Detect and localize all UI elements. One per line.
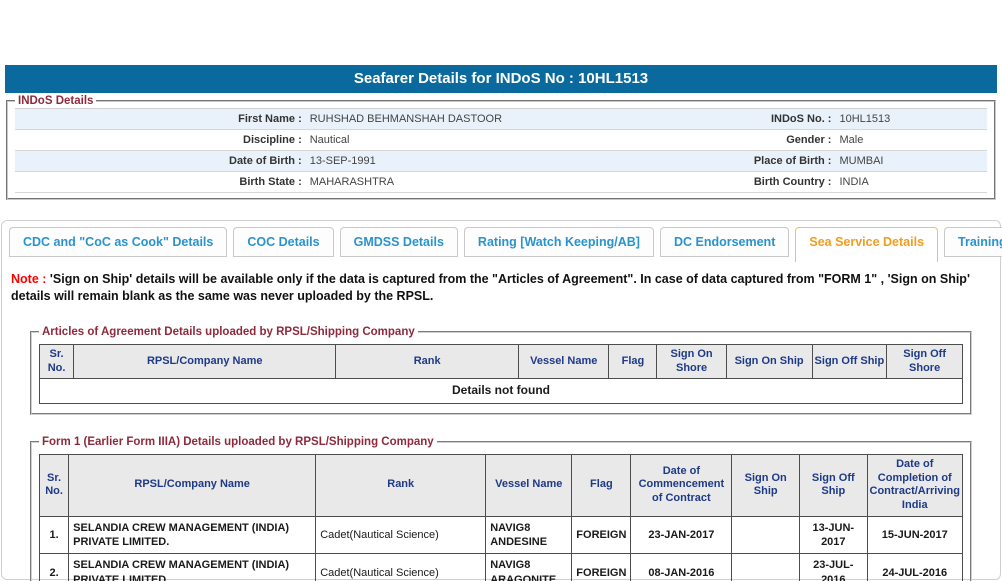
tab-cdc-coc-as-cook[interactable]: CDC and "CoC as Cook" Details — [9, 227, 228, 257]
table-row: 1. SELANDIA CREW MANAGEMENT (INDIA) PRIV… — [38, 515, 964, 555]
agreement-col-rank: Rank — [335, 343, 520, 380]
form1-header-row: Sr. No. RPSL/Company Name Rank Vessel Na… — [38, 453, 964, 517]
agreement-col-sign-off-ship: Sign Off Ship — [811, 343, 888, 380]
form1-col-sign-on-ship: Sign On Ship — [731, 453, 801, 517]
birth-state-value: MAHARASHTRA — [309, 176, 395, 188]
cell-company: SELANDIA CREW MANAGEMENT (INDIA) PRIVATE… — [68, 515, 317, 555]
agreement-col-company: RPSL/Company Name — [73, 343, 337, 380]
indos-details-legend: INDoS Details — [18, 95, 94, 107]
dob-value: 13-SEP-1991 — [309, 155, 376, 167]
note-prefix: Note : — [11, 272, 47, 286]
indos-row-birth: Date of Birth : 13-SEP-1991 Place of Bir… — [15, 151, 987, 172]
form1-col-completion: Date of Completion of Contract/Arriving … — [866, 453, 964, 517]
agreement-col-sign-on-shore: Sign On Shore — [656, 343, 727, 380]
cell-sign-on-ship — [731, 553, 801, 581]
birth-country-value: INDIA — [839, 176, 869, 188]
tab-rating-watch-keeping[interactable]: Rating [Watch Keeping/AB] — [463, 227, 654, 257]
cell-vessel: NAVIG8 ARAGONITE — [485, 553, 573, 581]
birth-state-label: Birth State : — [239, 176, 302, 188]
table-row: 2. SELANDIA CREW MANAGEMENT (INDIA) PRIV… — [38, 553, 964, 581]
cell-sign-off-ship: 13-JUN-2017 — [799, 515, 868, 555]
cell-sr-no: 2. — [38, 553, 70, 581]
tab-sea-service-details[interactable]: Sea Service Details — [795, 227, 939, 262]
agreement-col-sign-on-ship: Sign On Ship — [725, 343, 813, 380]
place-of-birth-label: Place of Birth : — [753, 155, 832, 167]
agreement-legend: Articles of Agreement Details uploaded b… — [42, 325, 415, 338]
form1-legend: Form 1 (Earlier Form IIIA) Details uploa… — [42, 435, 434, 448]
first-name-label: First Name : — [238, 113, 302, 125]
tab-training-details[interactable]: Training Details — [944, 227, 1002, 257]
form1-col-sr-no: Sr. No. — [38, 453, 70, 517]
agreement-header-row: Sr. No. RPSL/Company Name Rank Vessel Na… — [38, 343, 963, 380]
cell-commencement: 08-JAN-2016 — [630, 553, 733, 581]
cell-sign-on-ship — [731, 515, 801, 555]
tab-coc-details[interactable]: COC Details — [233, 227, 334, 257]
gender-value: Male — [839, 134, 864, 146]
indos-no-label: INDoS No. : — [770, 113, 832, 125]
tab-gmdss-details[interactable]: GMDSS Details — [339, 227, 458, 257]
agreement-table: Sr. No. RPSL/Company Name Rank Vessel Na… — [38, 343, 963, 404]
indos-details-table: First Name : RUHSHAD BEHMANSHAH DASTOOR … — [15, 108, 987, 193]
agreement-col-sign-off-shore: Sign Off Shore — [886, 343, 963, 380]
cell-completion: 24-JUL-2016 — [866, 553, 964, 581]
cell-completion: 15-JUN-2017 — [866, 515, 964, 555]
form1-col-company: RPSL/Company Name — [68, 453, 317, 517]
agreement-col-flag: Flag — [608, 343, 658, 380]
indos-no-value: 10HL1513 — [839, 113, 891, 125]
agreement-fieldset: Articles of Agreement Details uploaded b… — [30, 325, 972, 415]
discipline-label: Discipline : — [243, 134, 302, 146]
indos-details-fieldset: INDoS Details First Name : RUHSHAD BEHMA… — [6, 95, 996, 200]
form1-col-sign-off-ship: Sign Off Ship — [799, 453, 868, 517]
cell-rank: Cadet(Nautical Science) — [315, 553, 487, 581]
agreement-col-vessel: Vessel Name — [518, 343, 610, 380]
sea-service-panel: CDC and "CoC as Cook" Details COC Detail… — [1, 220, 1002, 581]
indos-row-state: Birth State : MAHARASHTRA Birth Country … — [15, 172, 987, 193]
cell-sr-no: 1. — [38, 515, 70, 555]
cell-rank: Cadet(Nautical Science) — [315, 515, 487, 555]
indos-row-name: First Name : RUHSHAD BEHMANSHAH DASTOOR … — [15, 109, 987, 130]
form1-col-rank: Rank — [315, 453, 487, 517]
form1-table: Sr. No. RPSL/Company Name Rank Vessel Na… — [38, 453, 964, 581]
tab-strip: CDC and "CoC as Cook" Details COC Detail… — [2, 221, 1002, 263]
cell-sign-off-ship: 23-JUL-2016 — [799, 553, 868, 581]
page-title: Seafarer Details for INDoS No : 10HL1513 — [5, 65, 997, 93]
discipline-value: Nautical — [309, 134, 350, 146]
form1-col-commencement: Date of Commencement of Contract — [630, 453, 733, 517]
place-of-birth-value: MUMBAI — [839, 155, 884, 167]
tab-dc-endorsement[interactable]: DC Endorsement — [659, 227, 790, 257]
gender-label: Gender : — [786, 134, 832, 146]
birth-country-label: Birth Country : — [753, 176, 832, 188]
form1-col-vessel: Vessel Name — [485, 453, 573, 517]
details-not-found-message: Details not found — [39, 378, 963, 404]
cell-vessel: NAVIG8 ANDESINE — [485, 515, 573, 555]
indos-row-discipline: Discipline : Nautical Gender : Male — [15, 130, 987, 151]
cell-company: SELANDIA CREW MANAGEMENT (INDIA) PRIVATE… — [68, 553, 317, 581]
dob-label: Date of Birth : — [229, 155, 302, 167]
agreement-col-sr-no: Sr. No. — [38, 343, 75, 380]
cell-commencement: 23-JAN-2017 — [630, 515, 733, 555]
note-text: 'Sign on Ship' details will be available… — [11, 272, 970, 303]
first-name-value: RUHSHAD BEHMANSHAH DASTOOR — [309, 113, 503, 125]
sign-on-ship-note: Note : 'Sign on Ship' details will be av… — [11, 271, 991, 305]
form1-col-flag: Flag — [571, 453, 632, 517]
cell-flag: FOREIGN — [571, 515, 632, 555]
form1-fieldset: Form 1 (Earlier Form IIIA) Details uploa… — [30, 435, 972, 581]
cell-flag: FOREIGN — [571, 553, 632, 581]
agreement-empty-row: Details not found — [39, 378, 963, 404]
